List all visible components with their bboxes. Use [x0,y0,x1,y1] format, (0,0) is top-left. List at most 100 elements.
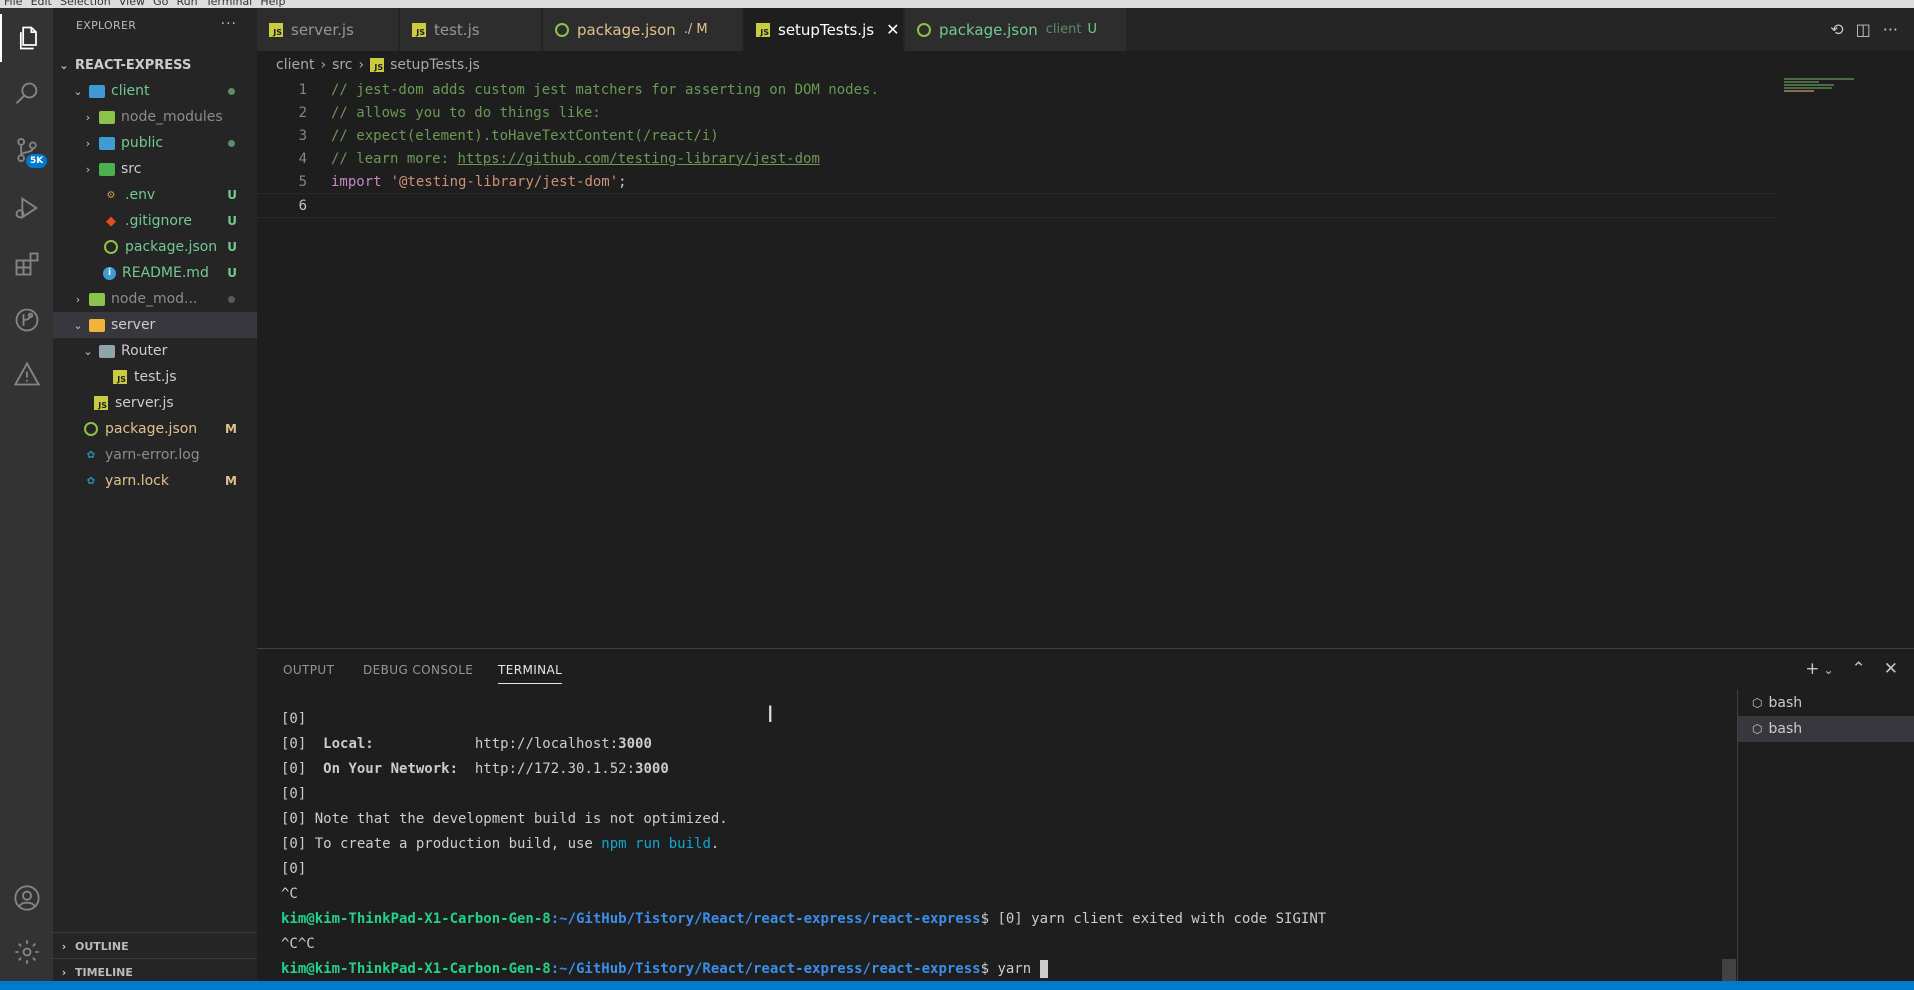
git-status: U [227,266,237,280]
more-actions-icon[interactable]: ··· [1883,20,1898,39]
tree-file-package-json-client[interactable]: package.json U [53,234,257,260]
code-line[interactable]: 1 // jest-dom adds custom jest matchers … [257,78,1777,101]
terminal-item[interactable]: ⬡ bash [1738,690,1914,716]
mouse-cursor-icon: I [767,703,774,728]
code-line[interactable]: 5 import '@testing-library/jest-dom' ; [257,170,1777,193]
new-terminal-icon[interactable]: + [1805,659,1819,679]
chevron-right-icon: › [75,292,81,306]
menu-bar: File Edit Selection View Go Run Terminal… [0,0,1914,8]
tab-package-json-root[interactable]: package.json ./ M [543,8,743,51]
breadcrumb-src[interactable]: src [332,57,352,73]
terminal-line: [0] To create a production build, use np… [281,836,720,852]
tab-label: package.json [939,20,1038,39]
menu-selection[interactable]: Selection [60,0,111,8]
tab-terminal[interactable]: TERMINAL [498,663,563,684]
terminal-output[interactable]: [0] [0] Local: http://localhost:3000 [0]… [281,707,1761,982]
tree-folder-server[interactable]: ⌄ server [53,312,257,338]
tree-file-yarn-lock[interactable]: ✿ yarn.lock M [53,468,257,494]
code-line[interactable]: 2 // allows you to do things like: [257,101,1777,124]
outline-section[interactable]: › OUTLINE [53,932,257,959]
problems-icon[interactable] [0,350,53,398]
code-keyword: import [331,173,382,190]
chevron-right-icon: › [320,57,327,73]
terminal-cursor [1039,960,1048,978]
code-string: '@testing-library/jest-dom' [390,173,619,190]
tree-folder-client[interactable]: ⌄ client [53,78,257,104]
tab-setup-tests-js[interactable]: JS setupTests.js ✕ [744,8,904,51]
tab-debug-console[interactable]: DEBUG CONSOLE [363,663,473,677]
line-number: 1 [298,81,307,98]
settings-gear-icon[interactable] [0,928,53,976]
breadcrumb-file[interactable]: setupTests.js [390,57,480,73]
code-link[interactable]: https://github.com/testing-library/jest-… [457,151,819,167]
chevron-right-icon: › [358,57,365,73]
code-line[interactable]: 3 // expect(element).toHaveTextContent(/… [257,124,1777,147]
git-graph-icon[interactable] [0,296,53,344]
tab-label: setupTests.js [778,20,875,39]
git-status: M [225,422,237,436]
terminal-line: [0] [281,711,307,727]
minimap[interactable] [1784,78,1894,98]
menu-file[interactable]: File [4,0,22,8]
breadcrumb-client[interactable]: client [276,57,314,73]
tree-folder-src[interactable]: › src [53,156,257,182]
chevron-down-icon[interactable]: ⌄ [1823,663,1833,679]
tree-folder-public[interactable]: › public [53,130,257,156]
close-icon[interactable]: ✕ [886,20,899,39]
terminal-scrollbar[interactable] [1722,959,1736,981]
nodejs-file-icon [555,22,569,37]
workspace-root[interactable]: ⌄ REACT-EXPRESS [53,52,257,78]
menu-view[interactable]: View [119,0,145,8]
timeline-history-icon[interactable]: ⟲ [1830,20,1843,39]
source-control-icon[interactable]: 5K [0,126,53,174]
tab-label: package.json [577,20,676,39]
tree-file-readme[interactable]: i README.md U [53,260,257,286]
tree-file-gitignore[interactable]: ◆ .gitignore U [53,208,257,234]
code-line[interactable]: 4 // learn more: https://github.com/test… [257,147,1777,170]
search-icon[interactable] [0,70,53,118]
git-status: U [227,188,237,202]
tree-label: test.js [134,369,177,385]
menu-go[interactable]: Go [153,0,168,8]
extensions-icon[interactable] [0,240,53,288]
split-editor-icon[interactable]: ◫ [1856,20,1871,39]
folder-src-icon [89,83,105,99]
tree-folder-router[interactable]: ⌄ Router [53,338,257,364]
tree-file-test-js[interactable]: JS test.js [53,364,257,390]
tab-server-js[interactable]: JS server.js [257,8,399,51]
tab-output[interactable]: OUTPUT [283,663,334,677]
close-panel-icon[interactable]: ✕ [1884,659,1898,679]
tab-package-json-client[interactable]: package.json client U [905,8,1127,51]
menu-help[interactable]: Help [260,0,285,8]
explorer-icon[interactable] [0,14,55,62]
editor-tab-bar: JS server.js JS test.js package.json ./ … [257,8,1914,51]
tab-test-js[interactable]: JS test.js [400,8,542,51]
menu-edit[interactable]: Edit [31,0,52,8]
tree-file-package-json-root[interactable]: package.json M [53,416,257,442]
tree-label: yarn-error.log [105,447,200,463]
workspace-root-label: REACT-EXPRESS [75,57,192,73]
timeline-label: TIMELINE [75,965,133,979]
terminal-item[interactable]: ⬡ bash [1738,716,1914,742]
tree-file-env[interactable]: ⚙ .env U [53,182,257,208]
code-line-current[interactable]: 6 [257,193,1777,218]
terminal-icon: ⬡ [1752,696,1763,710]
tree-file-yarn-error-log[interactable]: ✿ yarn-error.log [53,442,257,468]
tree-folder-node-modules-root[interactable]: › node_mod... [53,286,257,312]
tree-folder-node-modules[interactable]: › node_modules [53,104,257,130]
js-file-icon: JS [370,58,385,72]
more-actions-icon[interactable]: ··· [221,16,237,32]
account-icon[interactable] [0,874,53,922]
maximize-panel-icon[interactable]: ⌃ [1852,659,1866,679]
code-editor[interactable]: 1 // jest-dom adds custom jest matchers … [257,78,1914,647]
menu-run[interactable]: Run [177,0,198,8]
git-status: U [227,214,237,228]
run-debug-icon[interactable] [0,184,53,232]
nodejs-file-icon [83,421,99,437]
menu-terminal[interactable]: Terminal [206,0,253,8]
tree-file-server-js[interactable]: JS server.js [53,390,257,416]
explorer-header: EXPLORER ··· [53,8,257,43]
terminal-prompt-line[interactable]: kim@kim-ThinkPad-X1-Carbon-Gen-8:~/GitHu… [281,957,1761,982]
chevron-right-icon: › [61,965,67,979]
nodejs-file-icon [917,22,931,37]
